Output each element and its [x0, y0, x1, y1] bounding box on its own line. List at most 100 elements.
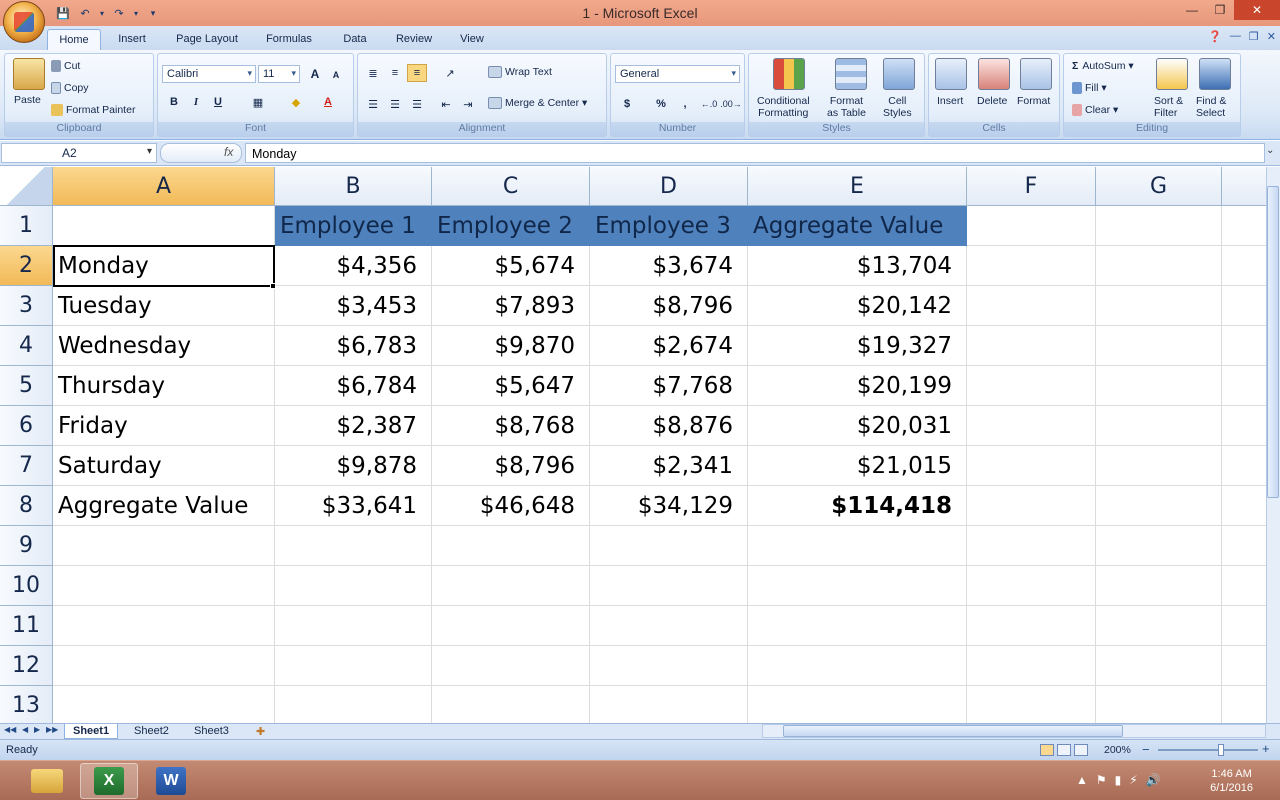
cell-e2[interactable]: $13,704 [748, 246, 967, 286]
cell-e3[interactable]: $20,142 [748, 286, 967, 326]
cell-h1[interactable] [1222, 206, 1266, 246]
tab-home[interactable]: Home [47, 29, 101, 50]
cell-b1[interactable]: Employee 1 [275, 206, 432, 246]
cell-a9[interactable] [53, 526, 275, 566]
fill-handle[interactable] [270, 283, 276, 289]
taskbar-excel[interactable]: X [80, 763, 138, 799]
cell-styles-icon[interactable] [883, 58, 915, 90]
decrease-decimal-icon[interactable]: .00→ [720, 95, 742, 113]
paste-button[interactable]: Paste [14, 94, 41, 106]
cell-h8[interactable] [1222, 486, 1266, 526]
cell-h9[interactable] [1222, 526, 1266, 566]
font-name-select[interactable]: Calibri [162, 65, 256, 83]
cell-h13[interactable] [1222, 686, 1266, 723]
cell-f3[interactable] [967, 286, 1096, 326]
ribbon-restore-icon[interactable]: ❐ [1249, 30, 1259, 43]
flag-icon[interactable]: ⚑ [1096, 773, 1107, 787]
row-header-3[interactable]: 3 [0, 286, 53, 326]
row-header-4[interactable]: 4 [0, 326, 53, 366]
cell-e5[interactable]: $20,199 [748, 366, 967, 406]
copy-button[interactable]: Copy [51, 82, 89, 95]
cell-h11[interactable] [1222, 606, 1266, 646]
column-header-b[interactable]: B [275, 167, 432, 206]
cell-g6[interactable] [1096, 406, 1222, 446]
row-header-5[interactable]: 5 [0, 366, 53, 406]
cell-e6[interactable]: $20,031 [748, 406, 967, 446]
select-all-corner[interactable] [0, 167, 53, 206]
cell-e8[interactable]: $114,418 [748, 486, 967, 526]
zoom-in-icon[interactable]: + [1262, 741, 1270, 756]
conditional-formatting-icon[interactable] [773, 58, 805, 90]
cell-c11[interactable] [432, 606, 590, 646]
column-header-e[interactable]: E [748, 167, 967, 206]
delete-button[interactable]: Delete [977, 95, 1007, 107]
row-header-10[interactable]: 10 [0, 566, 53, 606]
insert-cells-icon[interactable] [935, 58, 967, 90]
merge-center-button[interactable]: Merge & Center ▾ [488, 97, 587, 110]
cell-c8[interactable]: $46,648 [432, 486, 590, 526]
power-icon[interactable]: ⚡ [1129, 773, 1137, 787]
cell-d1[interactable]: Employee 3 [590, 206, 748, 246]
expand-formula-bar-icon[interactable]: ⌄ [1266, 145, 1274, 156]
zoom-out-icon[interactable]: − [1142, 742, 1150, 757]
autosum-button[interactable]: Σ AutoSum ▾ [1072, 60, 1134, 72]
name-box[interactable]: A2 [1, 143, 157, 163]
cell-f6[interactable] [967, 406, 1096, 446]
cell-e12[interactable] [748, 646, 967, 686]
cell-g13[interactable] [1096, 686, 1222, 723]
paste-icon[interactable] [13, 58, 45, 90]
vertical-scroll-thumb[interactable] [1267, 186, 1279, 498]
tab-review[interactable]: Review [390, 29, 438, 50]
cell-c3[interactable]: $7,893 [432, 286, 590, 326]
cell-f7[interactable] [967, 446, 1096, 486]
font-color-icon[interactable]: A [318, 93, 338, 111]
cell-d5[interactable]: $7,768 [590, 366, 748, 406]
taskbar-explorer[interactable] [18, 763, 76, 799]
cell-f2[interactable] [967, 246, 1096, 286]
first-sheet-icon[interactable]: ◀◀ [4, 725, 16, 734]
cell-c12[interactable] [432, 646, 590, 686]
cell-b10[interactable] [275, 566, 432, 606]
cell-f13[interactable] [967, 686, 1096, 723]
row-header-9[interactable]: 9 [0, 526, 53, 566]
cell-h4[interactable] [1222, 326, 1266, 366]
align-center-icon[interactable]: ☰ [385, 95, 405, 113]
cell-b7[interactable]: $9,878 [275, 446, 432, 486]
cell-d12[interactable] [590, 646, 748, 686]
cell-d13[interactable] [590, 686, 748, 723]
italic-button[interactable]: I [186, 93, 206, 111]
fill-color-icon[interactable]: ◆ [286, 93, 306, 111]
wrap-text-button[interactable]: Wrap Text [488, 66, 552, 79]
page-break-view-icon[interactable] [1074, 744, 1088, 756]
next-sheet-icon[interactable]: ▶ [34, 725, 40, 734]
cell-c2[interactable]: $5,674 [432, 246, 590, 286]
cell-h3[interactable] [1222, 286, 1266, 326]
column-header-d[interactable]: D [590, 167, 748, 206]
cell-a4[interactable]: Wednesday [53, 326, 275, 366]
format-painter-button[interactable]: Format Painter [51, 104, 135, 117]
prev-sheet-icon[interactable]: ◀ [22, 725, 28, 734]
row-header-2[interactable]: 2 [0, 246, 53, 286]
last-sheet-icon[interactable]: ▶▶ [46, 725, 58, 734]
cell-b9[interactable] [275, 526, 432, 566]
cell-a6[interactable]: Friday [53, 406, 275, 446]
help-icon[interactable]: ❓ [1208, 30, 1222, 43]
zoom-slider[interactable] [1158, 749, 1258, 751]
tab-data[interactable]: Data [336, 29, 374, 50]
cell-styles-button[interactable]: Cell Styles [883, 95, 912, 119]
tab-view[interactable]: View [452, 29, 492, 50]
cell-a10[interactable] [53, 566, 275, 606]
row-header-7[interactable]: 7 [0, 446, 53, 486]
clear-button[interactable]: Clear ▾ [1072, 104, 1118, 117]
volume-icon[interactable]: 🔊 [1146, 773, 1161, 787]
cut-button[interactable]: Cut [51, 60, 80, 73]
cell-f11[interactable] [967, 606, 1096, 646]
number-format-select[interactable]: General [615, 65, 740, 83]
cell-c5[interactable]: $5,647 [432, 366, 590, 406]
formula-input[interactable]: Monday [245, 143, 1265, 163]
cell-d2[interactable]: $3,674 [590, 246, 748, 286]
cell-g12[interactable] [1096, 646, 1222, 686]
orientation-icon[interactable]: ↗ [440, 64, 460, 82]
align-right-icon[interactable]: ☰ [407, 95, 427, 113]
cell-f1[interactable] [967, 206, 1096, 246]
